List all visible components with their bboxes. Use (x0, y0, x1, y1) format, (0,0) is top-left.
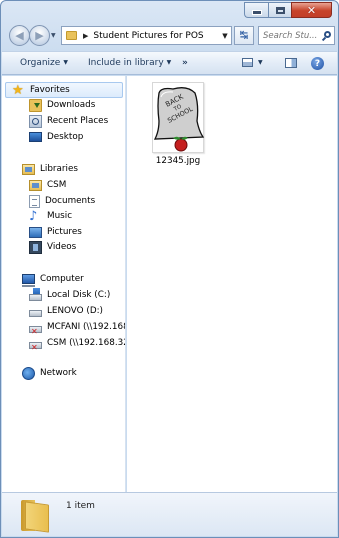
forward-button[interactable]: ▶ (29, 25, 50, 46)
nav-item-label: Music (47, 211, 73, 221)
file-item[interactable]: BACK TO SCHOOL 12345.jpg (149, 82, 207, 166)
nav-item-videos[interactable]: Videos (29, 239, 76, 255)
nav-item-label: Documents (45, 196, 96, 206)
back-arrow-icon: ◀ (15, 29, 24, 42)
library-icon (29, 179, 42, 191)
nav-libraries[interactable]: Libraries (22, 161, 78, 177)
close-button[interactable]: ✕ (291, 2, 332, 18)
file-list: BACK TO SCHOOL 12345.jpg (127, 76, 337, 492)
recent-places-icon (29, 114, 42, 128)
nav-item-label: Videos (47, 242, 77, 252)
search-icon[interactable] (321, 30, 331, 42)
minimize-icon (251, 10, 262, 15)
disconnected-network-drive-icon (29, 341, 42, 352)
change-view-button[interactable]: ▼ (242, 58, 263, 67)
nav-item-desktop[interactable]: Desktop (29, 129, 83, 145)
nav-item-documents[interactable]: Documents (29, 193, 95, 209)
folder-icon (66, 31, 77, 40)
help-button[interactable]: ? (311, 57, 324, 70)
chevron-down-icon: ▼ (258, 59, 263, 66)
nav-item-label: LENOVO (D:) (47, 306, 103, 316)
recent-pages-dropdown[interactable]: ▼ (51, 32, 56, 39)
nav-item-local-disk[interactable]: Local Disk (C:) (29, 287, 110, 303)
libraries-icon (22, 163, 35, 175)
minimize-button[interactable] (244, 2, 268, 18)
nav-item-recent-places[interactable]: Recent Places (29, 113, 108, 129)
nav-item-mcfani-network-drive[interactable]: MCFANI (\\192.168.3 (29, 319, 125, 336)
forward-arrow-icon: ▶ (35, 29, 44, 42)
star-icon: ★ (12, 82, 24, 98)
nav-item-pictures[interactable]: Pictures (29, 224, 82, 240)
nav-item-label: CSM (47, 180, 67, 190)
organize-label: Organize (20, 58, 61, 68)
item-count: 1 item (66, 501, 95, 511)
computer-icon (22, 274, 35, 287)
videos-icon (29, 240, 42, 254)
disconnected-network-drive-icon (29, 325, 42, 336)
nav-network[interactable]: Network (22, 365, 77, 381)
breadcrumb-current-folder[interactable]: Student Pictures for POS (93, 31, 219, 41)
organize-menu[interactable]: Organize ▼ (20, 58, 68, 68)
details-pane: 1 item (2, 492, 337, 536)
caption-buttons: ✕ (244, 2, 332, 18)
explorer-window: ✕ ◀ ▶ ▼ ▶ Student Pictures for POS ▼ ↹ O… (0, 0, 339, 538)
refresh-button[interactable]: ↹ (234, 26, 254, 45)
nav-item-downloads[interactable]: Downloads (29, 97, 95, 113)
search-input[interactable] (263, 30, 321, 41)
folder-icon (21, 500, 50, 533)
include-in-library-label: Include in library (88, 58, 164, 68)
close-icon: ✕ (306, 3, 317, 17)
nav-computer-label: Computer (40, 274, 84, 284)
documents-icon (29, 194, 40, 208)
pictures-icon (29, 226, 42, 238)
nav-item-label: Desktop (47, 132, 84, 142)
more-commands-button[interactable]: » (182, 58, 188, 68)
file-thumbnail: BACK TO SCHOOL (152, 82, 205, 153)
network-icon (22, 366, 35, 380)
desktop-icon (29, 132, 42, 142)
music-icon: ♪ (29, 208, 38, 224)
navigation-row: ◀ ▶ ▼ ▶ Student Pictures for POS ▼ ↹ (7, 23, 335, 47)
nav-libraries-label: Libraries (40, 164, 78, 174)
local-disk-icon (29, 288, 42, 301)
nav-item-label: Pictures (47, 227, 82, 237)
nav-item-csm-network-drive[interactable]: CSM (\\192.168.32.7( (29, 335, 125, 352)
navigation-pane: ★ Favorites Downloads Recent Places Desk… (2, 76, 126, 492)
drive-icon (29, 309, 42, 317)
nav-item-music[interactable]: ♪ Music (29, 208, 72, 224)
chevron-down-icon: ▼ (63, 59, 68, 66)
breadcrumb-chevron-icon[interactable]: ▶ (83, 32, 88, 40)
nav-item-label: MCFANI (\\192.168.3 (47, 322, 125, 332)
chevron-down-icon: ▼ (166, 59, 172, 66)
nav-item-lenovo-drive[interactable]: LENOVO (D:) (29, 303, 103, 319)
nav-item-label: Downloads (47, 100, 96, 110)
nav-item-label: CSM (\\192.168.32.7( (47, 338, 125, 348)
nav-computer[interactable]: Computer (22, 271, 84, 287)
address-history-dropdown[interactable]: ▼ (219, 32, 231, 40)
nav-item-label: Recent Places (47, 116, 109, 126)
preview-pane-button[interactable] (285, 58, 297, 68)
back-button[interactable]: ◀ (9, 25, 30, 46)
include-in-library-menu[interactable]: Include in library ▼ (88, 58, 171, 68)
maximize-button[interactable] (268, 2, 291, 18)
downloads-folder-icon (29, 98, 42, 112)
refresh-icon: ↹ (239, 30, 249, 41)
bell-image-icon: BACK TO SCHOOL (153, 87, 205, 152)
command-bar: Organize ▼ Include in library ▼ » ▼ ? (2, 51, 337, 75)
file-name: 12345.jpg (155, 156, 201, 166)
nav-network-label: Network (40, 368, 77, 378)
nav-item-csm-library[interactable]: CSM (29, 177, 66, 193)
view-icon (242, 58, 253, 67)
search-box[interactable] (258, 26, 335, 45)
address-bar[interactable]: ▶ Student Pictures for POS ▼ (61, 26, 232, 45)
nav-favorites[interactable]: ★ Favorites (5, 82, 123, 98)
nav-item-label: Local Disk (C:) (47, 290, 111, 300)
nav-favorites-label: Favorites (30, 85, 70, 95)
help-icon: ? (314, 58, 321, 69)
maximize-icon (275, 6, 285, 14)
